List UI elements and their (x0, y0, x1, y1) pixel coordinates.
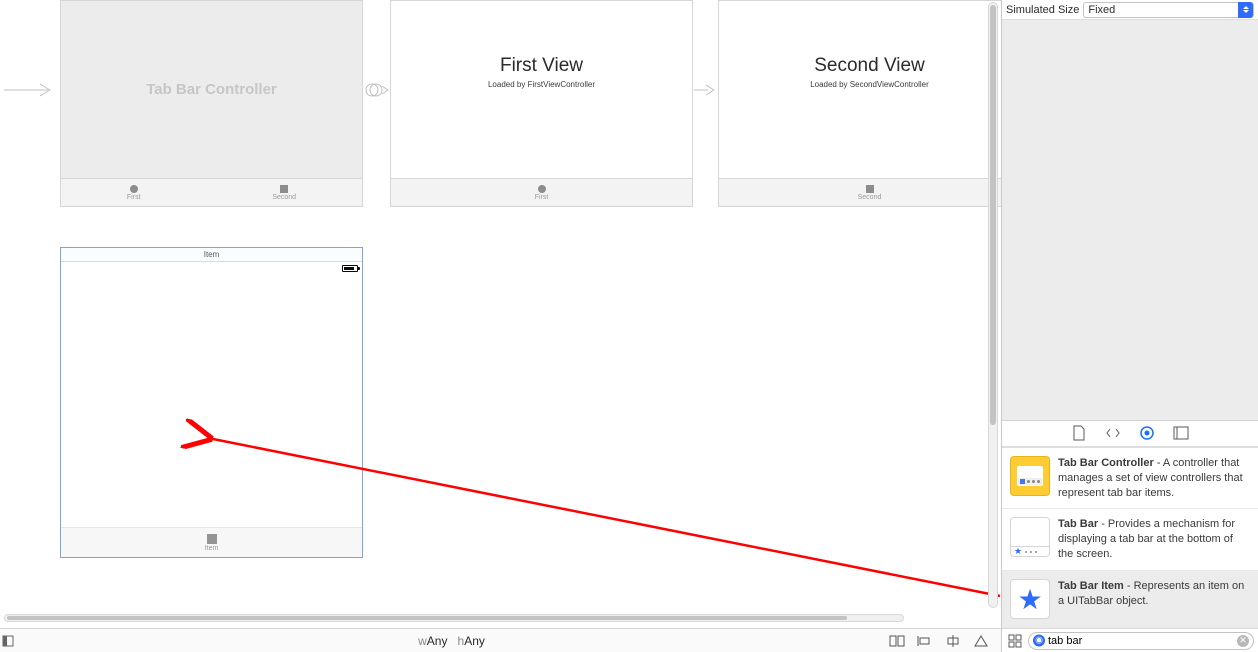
inspector-empty-area (1002, 20, 1258, 421)
library-item-tab-bar-controller[interactable]: Tab Bar Controller - A controller that m… (1002, 448, 1258, 510)
scene-item[interactable]: Item Item (60, 247, 363, 558)
second-view-subtitle: Loaded by SecondViewController (810, 80, 929, 89)
second-view-title: Second View (814, 55, 925, 77)
first-view-subtitle: Loaded by FirstViewController (488, 80, 595, 89)
tab-label: Second (858, 194, 882, 201)
library-item-text: Tab Bar Item - Represents an item on a U… (1058, 579, 1250, 619)
grid-view-button[interactable] (1006, 632, 1024, 650)
tab-first-label: First (127, 194, 141, 201)
tab-bar-controller-placeholder: Tab Bar Controller (61, 1, 362, 178)
tab-bar-controller-icon (1010, 456, 1050, 496)
tab-second-label: Second (272, 194, 296, 201)
simulated-size-select[interactable]: Fixed (1083, 2, 1254, 18)
tab-label: First (535, 194, 549, 201)
tab-bar[interactable]: First Second (61, 178, 362, 206)
simulated-size-row: Simulated Size Fixed (1002, 0, 1258, 20)
code-snippet-tab[interactable] (1104, 424, 1122, 442)
object-library-tab[interactable] (1138, 424, 1156, 442)
library-search-input[interactable] (1048, 635, 1234, 647)
vertical-scrollbar[interactable] (988, 2, 998, 608)
object-library-list[interactable]: Tab Bar Controller - A controller that m… (1002, 447, 1258, 628)
battery-icon (342, 265, 358, 272)
scene-first-view[interactable]: First View Loaded by FirstViewController… (390, 0, 693, 207)
square-icon (280, 185, 288, 193)
scene-title[interactable]: Item (61, 248, 362, 262)
file-template-tab[interactable] (1070, 424, 1088, 442)
first-view-title: First View (500, 55, 583, 77)
scrollbar-thumb[interactable] (990, 5, 996, 425)
library-item-text: Tab Bar Controller - A controller that m… (1058, 456, 1250, 501)
tab-bar-icon: ★ (1010, 517, 1050, 557)
scene-second-view[interactable]: Second View Loaded by SecondViewControll… (718, 0, 1001, 207)
canvas-inner[interactable]: Tab Bar Controller First Second (0, 0, 1001, 615)
segue-arrow-icon[interactable] (694, 80, 718, 100)
simulated-size-value: Fixed (1088, 4, 1115, 16)
media-library-tab[interactable] (1172, 424, 1190, 442)
tab-first[interactable]: First (127, 185, 141, 201)
inspector-panel: Simulated Size Fixed Tab Bar Controller … (1001, 0, 1258, 652)
simulated-size-label: Simulated Size (1006, 4, 1079, 16)
align-button[interactable] (887, 632, 907, 650)
library-search-bar: ◉ ✕ (1002, 628, 1258, 652)
scene-tab-bar-controller[interactable]: Tab Bar Controller First Second (60, 0, 363, 207)
tab-bar-item-icon: ★ (1010, 579, 1050, 619)
library-tab-bar (1002, 421, 1258, 447)
canvas-bottom-bar: wAny hAny (0, 628, 1001, 652)
ib-canvas[interactable]: Tab Bar Controller First Second (0, 0, 1001, 652)
tab-bar[interactable]: Item (61, 527, 362, 557)
segue-arrow-icon[interactable] (364, 80, 390, 100)
horizontal-scrollbar[interactable] (4, 614, 904, 622)
tab-bar[interactable]: Second (719, 178, 1001, 206)
tab-label: Item (205, 545, 219, 552)
status-bar (61, 262, 362, 274)
tab-bar[interactable]: First (391, 178, 692, 206)
outline-toggle-button[interactable] (0, 629, 16, 652)
library-search-field[interactable]: ◉ ✕ (1028, 632, 1254, 650)
square-icon (207, 534, 217, 544)
w-prefix: w (418, 634, 427, 648)
square-icon (866, 185, 874, 193)
view[interactable] (61, 274, 362, 527)
h-value: Any (464, 634, 485, 648)
entry-point-arrow-icon (4, 80, 60, 103)
tab-second[interactable]: Second (272, 185, 296, 201)
w-value: Any (427, 634, 448, 648)
scrollbar-thumb[interactable] (7, 616, 847, 620)
circle-icon (130, 185, 138, 193)
clear-search-button[interactable]: ✕ (1237, 635, 1249, 647)
size-class-control[interactable]: wAny hAny (16, 634, 887, 648)
library-item-tab-bar[interactable]: ★ Tab Bar - Provides a mechanism for dis… (1002, 509, 1258, 571)
resolve-issues-button[interactable] (971, 632, 991, 650)
align-edges-button[interactable] (915, 632, 935, 650)
library-item-tab-bar-item[interactable]: ★ Tab Bar Item - Represents an item on a… (1002, 571, 1258, 628)
chevron-up-down-icon (1238, 2, 1253, 18)
library-item-text: Tab Bar - Provides a mechanism for displ… (1058, 517, 1250, 562)
search-scope-icon[interactable]: ◉ (1033, 634, 1045, 646)
pin-button[interactable] (943, 632, 963, 650)
circle-icon (538, 185, 546, 193)
